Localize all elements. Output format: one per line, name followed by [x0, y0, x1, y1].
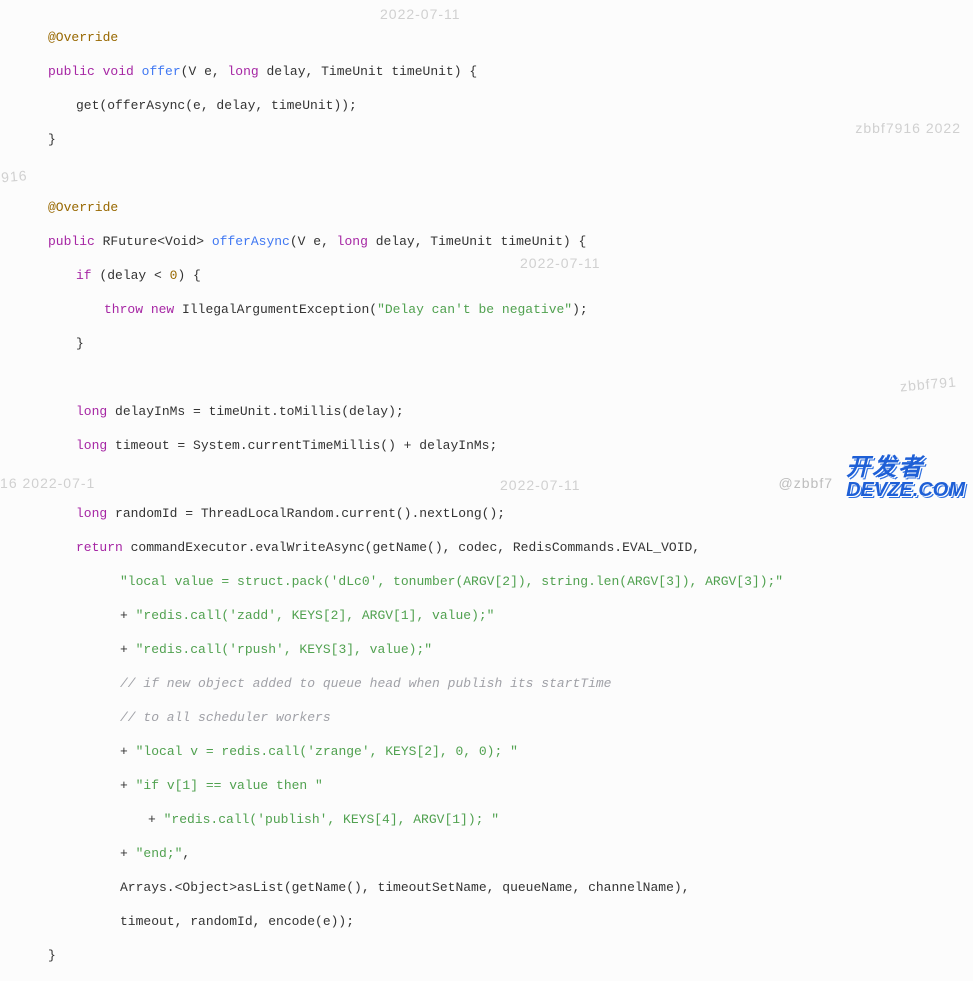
- code-block: @Override public void offer(V e, long de…: [20, 12, 953, 981]
- logo-cn: 开发者: [846, 456, 965, 480]
- annotation: @Override: [48, 30, 118, 45]
- site-logo: 开发者 DEVZE.COM: [846, 456, 965, 500]
- logo-en: DEVZE.COM: [846, 480, 965, 500]
